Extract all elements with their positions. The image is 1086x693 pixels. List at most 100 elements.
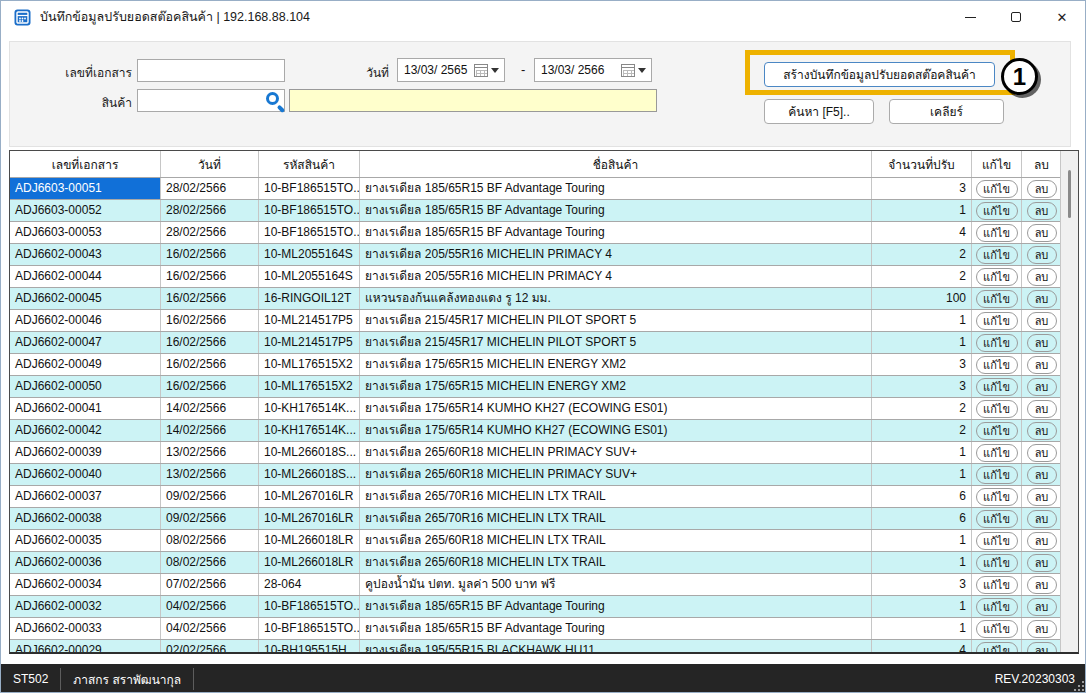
table-row[interactable]: ADJ6602-00035 08/02/2566 10-ML266018LR ย… — [10, 530, 1061, 552]
delete-button[interactable]: ลบ — [1027, 466, 1057, 484]
table-row[interactable]: ADJ6602-00050 16/02/2566 10-ML176515X2 ย… — [10, 376, 1061, 398]
delete-button[interactable]: ลบ — [1027, 422, 1057, 440]
edit-button[interactable]: แก้ไข — [976, 554, 1018, 572]
column-header-edit[interactable]: แก้ไข — [972, 151, 1022, 177]
table-row[interactable]: ADJ6602-00040 13/02/2566 10-ML266018S...… — [10, 464, 1061, 486]
cell-document[interactable]: ADJ6602-00045 — [10, 288, 161, 309]
delete-button[interactable]: ลบ — [1027, 400, 1057, 418]
edit-button[interactable]: แก้ไข — [976, 598, 1018, 616]
delete-button[interactable]: ลบ — [1027, 290, 1057, 308]
create-adjustment-button[interactable]: สร้างบันทึกข้อมูลปรับยอดสต๊อคสินค้า — [764, 62, 995, 87]
cell-document[interactable]: ADJ6602-00050 — [10, 376, 161, 397]
edit-button[interactable]: แก้ไข — [976, 312, 1018, 330]
table-row[interactable]: ADJ6602-00034 07/02/2566 28-064 คูปองน้ำ… — [10, 574, 1061, 596]
column-header-code[interactable]: รหัสสินค้า — [259, 151, 360, 177]
table-row[interactable]: ADJ6602-00041 14/02/2566 10-KH176514K...… — [10, 398, 1061, 420]
edit-button[interactable]: แก้ไข — [976, 334, 1018, 352]
cell-document[interactable]: ADJ6603-00052 — [10, 200, 161, 221]
edit-button[interactable]: แก้ไข — [976, 268, 1018, 286]
delete-button[interactable]: ลบ — [1027, 202, 1057, 220]
search-icon[interactable] — [266, 92, 279, 105]
delete-button[interactable]: ลบ — [1027, 532, 1057, 550]
minimize-button[interactable] — [947, 1, 993, 33]
cell-document[interactable]: ADJ6602-00033 — [10, 618, 161, 639]
table-row[interactable]: ADJ6602-00039 13/02/2566 10-ML266018S...… — [10, 442, 1061, 464]
edit-button[interactable]: แก้ไข — [976, 444, 1018, 462]
edit-button[interactable]: แก้ไข — [976, 576, 1018, 594]
edit-button[interactable]: แก้ไข — [976, 422, 1018, 440]
edit-button[interactable]: แก้ไข — [976, 532, 1018, 550]
table-row[interactable]: ADJ6602-00037 09/02/2566 10-ML267016LR ย… — [10, 486, 1061, 508]
cell-document[interactable]: ADJ6602-00040 — [10, 464, 161, 485]
table-row[interactable]: ADJ6603-00051 28/02/2566 10-BF186515TO..… — [10, 178, 1061, 200]
delete-button[interactable]: ลบ — [1027, 598, 1057, 616]
delete-button[interactable]: ลบ — [1027, 268, 1057, 286]
table-row[interactable]: ADJ6602-00029 02/02/2566 10-BH195515H...… — [10, 640, 1061, 654]
table-row[interactable]: ADJ6603-00053 28/02/2566 10-BF186515TO..… — [10, 222, 1061, 244]
close-button[interactable]: ✕ — [1039, 1, 1085, 33]
cell-document[interactable]: ADJ6602-00041 — [10, 398, 161, 419]
delete-button[interactable]: ลบ — [1027, 576, 1057, 594]
date-to-picker[interactable]: 13/03/ 2566 — [534, 58, 652, 82]
edit-button[interactable]: แก้ไข — [976, 356, 1018, 374]
cell-document[interactable]: ADJ6602-00039 — [10, 442, 161, 463]
cell-document[interactable]: ADJ6602-00029 — [10, 640, 161, 654]
table-row[interactable]: ADJ6602-00033 04/02/2566 10-BF186515TO..… — [10, 618, 1061, 640]
delete-button[interactable]: ลบ — [1027, 642, 1057, 655]
delete-button[interactable]: ลบ — [1027, 246, 1057, 264]
cell-document[interactable]: ADJ6602-00043 — [10, 244, 161, 265]
edit-button[interactable]: แก้ไข — [976, 488, 1018, 506]
cell-document[interactable]: ADJ6602-00036 — [10, 552, 161, 573]
column-header-date[interactable]: วันที่ — [161, 151, 259, 177]
delete-button[interactable]: ลบ — [1027, 554, 1057, 572]
vertical-scrollbar[interactable] — [1060, 151, 1078, 652]
edit-button[interactable]: แก้ไข — [976, 642, 1018, 655]
scrollbar-thumb[interactable] — [1068, 170, 1071, 218]
cell-document[interactable]: ADJ6602-00035 — [10, 530, 161, 551]
delete-button[interactable]: ลบ — [1027, 356, 1057, 374]
edit-button[interactable]: แก้ไข — [976, 620, 1018, 638]
delete-button[interactable]: ลบ — [1027, 510, 1057, 528]
table-row[interactable]: ADJ6602-00047 16/02/2566 10-ML214517P5 ย… — [10, 332, 1061, 354]
table-row[interactable]: ADJ6602-00043 16/02/2566 10-ML2055164S ย… — [10, 244, 1061, 266]
delete-button[interactable]: ลบ — [1027, 180, 1057, 198]
delete-button[interactable]: ลบ — [1027, 444, 1057, 462]
date-from-picker[interactable]: 13/03/ 2565 — [397, 58, 505, 82]
edit-button[interactable]: แก้ไข — [976, 202, 1018, 220]
table-row[interactable]: ADJ6602-00038 09/02/2566 10-ML267016LR ย… — [10, 508, 1061, 530]
table-row[interactable]: ADJ6602-00045 16/02/2566 16-RINGOIL12T แ… — [10, 288, 1061, 310]
product-search-input[interactable] — [137, 89, 285, 112]
delete-button[interactable]: ลบ — [1027, 488, 1057, 506]
clear-button[interactable]: เคลียร์ — [889, 99, 1004, 124]
cell-document[interactable]: ADJ6602-00034 — [10, 574, 161, 595]
cell-document[interactable]: ADJ6602-00044 — [10, 266, 161, 287]
cell-document[interactable]: ADJ6602-00038 — [10, 508, 161, 529]
cell-document[interactable]: ADJ6602-00049 — [10, 354, 161, 375]
delete-button[interactable]: ลบ — [1027, 378, 1057, 396]
cell-document[interactable]: ADJ6602-00042 — [10, 420, 161, 441]
document-number-input[interactable] — [137, 59, 285, 82]
column-header-name[interactable]: ชื่อสินค้า — [360, 151, 872, 177]
table-row[interactable]: ADJ6602-00044 16/02/2566 10-ML2055164S ย… — [10, 266, 1061, 288]
column-header-delete[interactable]: ลบ — [1022, 151, 1061, 177]
cell-document[interactable]: ADJ6603-00053 — [10, 222, 161, 243]
edit-button[interactable]: แก้ไข — [976, 510, 1018, 528]
edit-button[interactable]: แก้ไข — [976, 378, 1018, 396]
table-row[interactable]: ADJ6602-00032 04/02/2566 10-BF186515TO..… — [10, 596, 1061, 618]
edit-button[interactable]: แก้ไข — [976, 290, 1018, 308]
delete-button[interactable]: ลบ — [1027, 224, 1057, 242]
search-button[interactable]: ค้นหา [F5].. — [764, 99, 874, 124]
table-row[interactable]: ADJ6602-00046 16/02/2566 10-ML214517P5 ย… — [10, 310, 1061, 332]
maximize-button[interactable] — [993, 1, 1039, 33]
edit-button[interactable]: แก้ไข — [976, 180, 1018, 198]
cell-document[interactable]: ADJ6602-00037 — [10, 486, 161, 507]
edit-button[interactable]: แก้ไข — [976, 400, 1018, 418]
table-row[interactable]: ADJ6603-00052 28/02/2566 10-BF186515TO..… — [10, 200, 1061, 222]
cell-document[interactable]: ADJ6602-00047 — [10, 332, 161, 353]
edit-button[interactable]: แก้ไข — [976, 466, 1018, 484]
delete-button[interactable]: ลบ — [1027, 620, 1057, 638]
delete-button[interactable]: ลบ — [1027, 312, 1057, 330]
table-row[interactable]: ADJ6602-00049 16/02/2566 10-ML176515X2 ย… — [10, 354, 1061, 376]
column-header-qty[interactable]: จำนวนที่ปรับ — [872, 151, 972, 177]
column-header-document[interactable]: เลขที่เอกสาร — [10, 151, 161, 177]
